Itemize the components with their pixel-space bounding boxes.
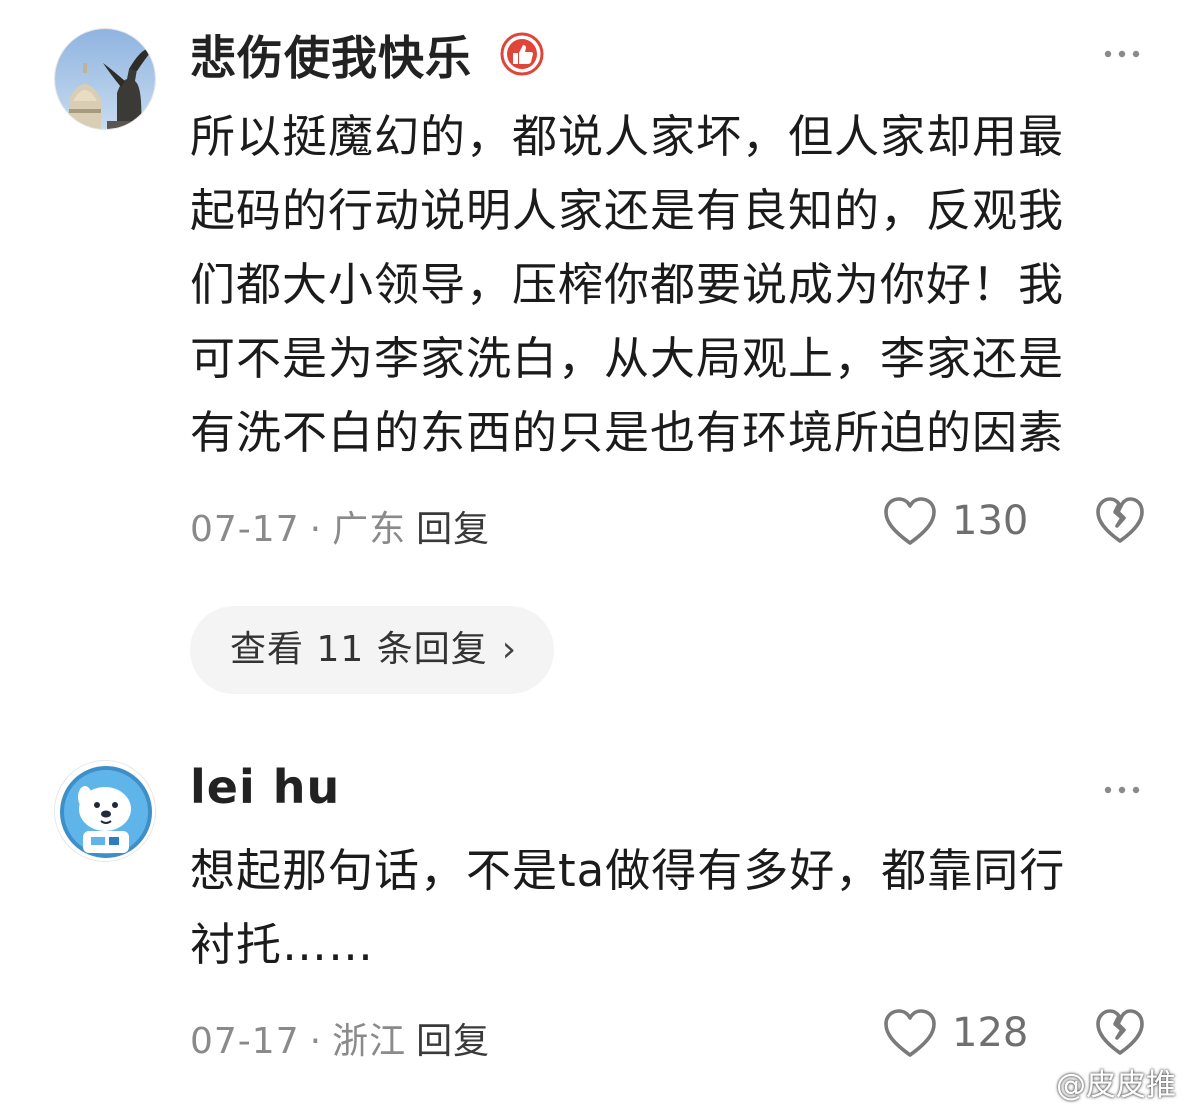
avatar[interactable]	[54, 760, 156, 862]
reply-button[interactable]: 回复	[416, 1021, 490, 1062]
heart-icon[interactable]	[882, 1008, 938, 1060]
watermark-text: @皮皮推	[1056, 1068, 1176, 1103]
weibo-logo-icon	[1013, 1070, 1050, 1097]
more-options-icon[interactable]	[1102, 778, 1142, 802]
meta-separator: ·	[309, 1021, 323, 1062]
comment-line: 想起那句话，不是ta做得有多好，都靠同行	[190, 844, 1066, 897]
dog-astronaut-avatar-icon	[55, 761, 155, 861]
comment-date: 07-17	[190, 1021, 300, 1062]
comment-location: 浙江	[332, 1021, 407, 1062]
broken-heart-icon[interactable]	[1094, 1008, 1146, 1058]
comment-line: 衬托……	[190, 918, 375, 971]
comment-meta: 07-17 · 浙江 回复	[190, 1012, 490, 1064]
watermark: @皮皮推	[1012, 1060, 1176, 1104]
comment-item: lei hu 想起那句话，不是ta做得有多好，都靠同行 衬托…… 07-17 · 浙…	[0, 0, 1186, 1114]
like-count: 128	[952, 1010, 1029, 1056]
username[interactable]: lei hu	[190, 760, 340, 814]
comment-text: 想起那句话，不是ta做得有多好，都靠同行 衬托……	[190, 834, 1160, 982]
